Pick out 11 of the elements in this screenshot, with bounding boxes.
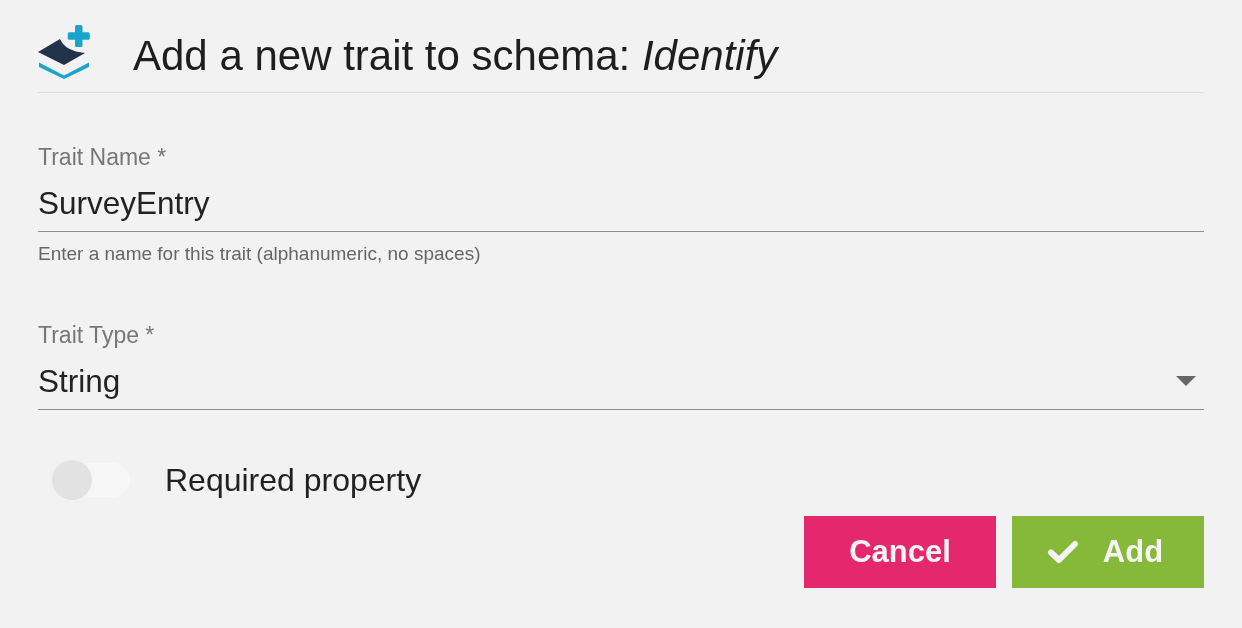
layers-plus-icon [38, 25, 90, 79]
cancel-button[interactable]: Cancel [804, 516, 996, 588]
trait-type-dropdown[interactable]: String [38, 347, 1204, 410]
field-label: Trait Name * [38, 145, 167, 169]
check-icon [1046, 540, 1079, 564]
field-label: Trait Type * [38, 323, 155, 347]
toggle-label: Required property [165, 462, 422, 498]
trait-name-field[interactable]: SurveyEntry [38, 169, 1204, 232]
dialog-title: Add a new trait to schema: Identify [133, 33, 778, 79]
helper-text: Enter a name for this trait (alphanumeric, no spaces) [38, 244, 481, 264]
caret-icon [1176, 376, 1196, 386]
